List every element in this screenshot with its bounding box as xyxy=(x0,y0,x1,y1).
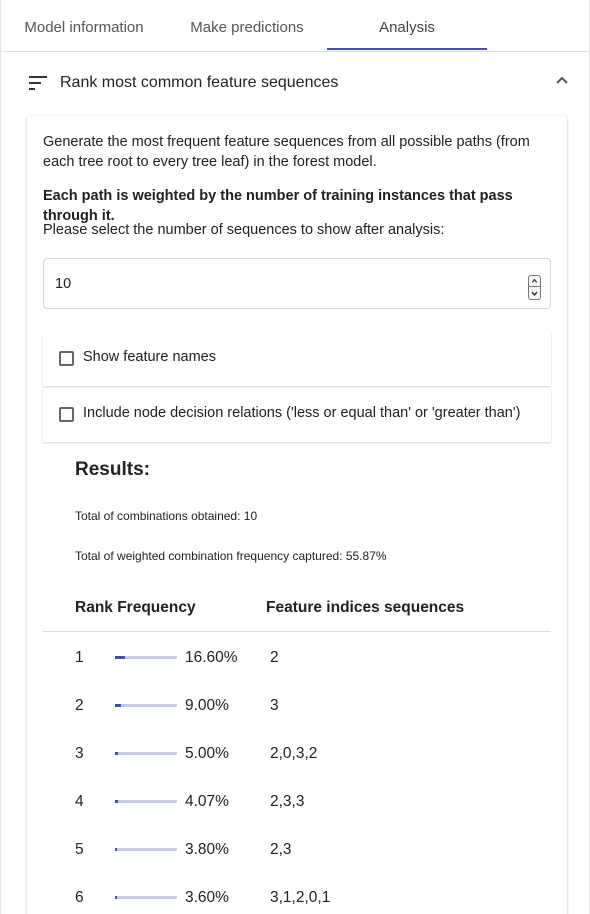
col-header-sequences: Feature indices sequences xyxy=(266,599,465,616)
frequency-cell: 16.60% xyxy=(185,649,238,666)
num-sequences-value[interactable]: 10 xyxy=(55,276,71,292)
frequency-bar-fill xyxy=(115,848,117,851)
rank-cell: 5 xyxy=(75,841,84,858)
tab-model-information[interactable]: Model information xyxy=(1,0,167,51)
frequency-bar-track xyxy=(115,704,177,707)
accordion-header[interactable]: Rank most common feature sequences xyxy=(1,52,589,114)
rank-cell: 3 xyxy=(75,745,84,762)
sequence-cell: 3 xyxy=(270,697,279,714)
frequency-bar-track xyxy=(115,752,177,755)
frequency-bar-fill xyxy=(115,752,118,755)
sequence-cell: 2 xyxy=(270,649,279,666)
number-spinner[interactable] xyxy=(528,275,541,300)
include-relations-label: Include node decision relations ('less o… xyxy=(83,405,521,421)
show-feature-names-option[interactable]: Show feature names xyxy=(43,332,551,386)
sequence-cell: 2,3 xyxy=(270,841,292,858)
rank-cell: 4 xyxy=(75,793,84,810)
include-relations-option[interactable]: Include node decision relations ('less o… xyxy=(43,388,551,442)
tab-bar: Model information Make predictions Analy… xyxy=(1,0,589,52)
active-tab-indicator xyxy=(327,48,487,50)
table-header-divider xyxy=(43,631,551,632)
spin-up-icon[interactable] xyxy=(529,276,540,287)
rank-cell: 2 xyxy=(75,697,84,714)
frequency-bar-track xyxy=(115,896,177,899)
frequency-bar-fill xyxy=(115,896,117,899)
frequency-cell: 3.60% xyxy=(185,889,229,906)
frequency-cell: 5.00% xyxy=(185,745,229,762)
sequence-cell: 3,1,2,0,1 xyxy=(270,889,331,906)
frequency-bar-track xyxy=(115,800,177,803)
tab-make-predictions[interactable]: Make predictions xyxy=(167,0,327,51)
table-row: 2 9.00% 3 xyxy=(43,697,551,745)
frequency-cell: 3.80% xyxy=(185,841,229,858)
table-row: 3 5.00% 2,0,3,2 xyxy=(43,745,551,793)
sequence-cell: 2,0,3,2 xyxy=(270,745,318,762)
frequency-bar-fill xyxy=(115,704,121,707)
rank-cell: 6 xyxy=(75,889,84,906)
total-weighted-text: Total of weighted combination frequency … xyxy=(75,549,387,563)
table-row: 4 4.07% 2,3,3 xyxy=(43,793,551,841)
table-row: 5 3.80% 2,3 xyxy=(43,841,551,889)
rank-cell: 1 xyxy=(75,649,84,666)
col-header-rank-frequency: Rank Frequency xyxy=(75,599,196,616)
app-frame: Model information Make predictions Analy… xyxy=(0,0,590,914)
chevron-up-icon[interactable] xyxy=(555,75,569,85)
total-combinations-text: Total of combinations obtained: 10 xyxy=(75,509,258,523)
frequency-bar-track xyxy=(115,656,177,659)
table-row: 6 3.60% 3,1,2,0,1 xyxy=(43,889,551,914)
results-title: Results: xyxy=(75,459,150,480)
sort-icon xyxy=(29,76,47,90)
analysis-card: Generate the most frequent feature seque… xyxy=(27,116,567,914)
frequency-bar-track xyxy=(115,848,177,851)
accordion-title: Rank most common feature sequences xyxy=(60,74,339,91)
table-row: 1 16.60% 2 xyxy=(43,649,551,697)
description-text: Generate the most frequent feature seque… xyxy=(43,134,530,170)
frequency-bar-fill xyxy=(115,800,118,803)
frequency-bar-fill xyxy=(115,656,125,659)
sequence-cell: 2,3,3 xyxy=(270,793,305,810)
tab-analysis[interactable]: Analysis xyxy=(327,0,487,51)
include-relations-checkbox[interactable] xyxy=(59,407,74,422)
frequency-cell: 4.07% xyxy=(185,793,229,810)
show-feature-names-checkbox[interactable] xyxy=(59,351,74,366)
show-feature-names-label: Show feature names xyxy=(83,349,216,365)
select-prompt: Please select the number of sequences to… xyxy=(43,222,445,238)
frequency-cell: 9.00% xyxy=(185,697,229,714)
spin-down-icon[interactable] xyxy=(529,288,540,299)
num-sequences-input[interactable]: 10 xyxy=(43,258,551,309)
